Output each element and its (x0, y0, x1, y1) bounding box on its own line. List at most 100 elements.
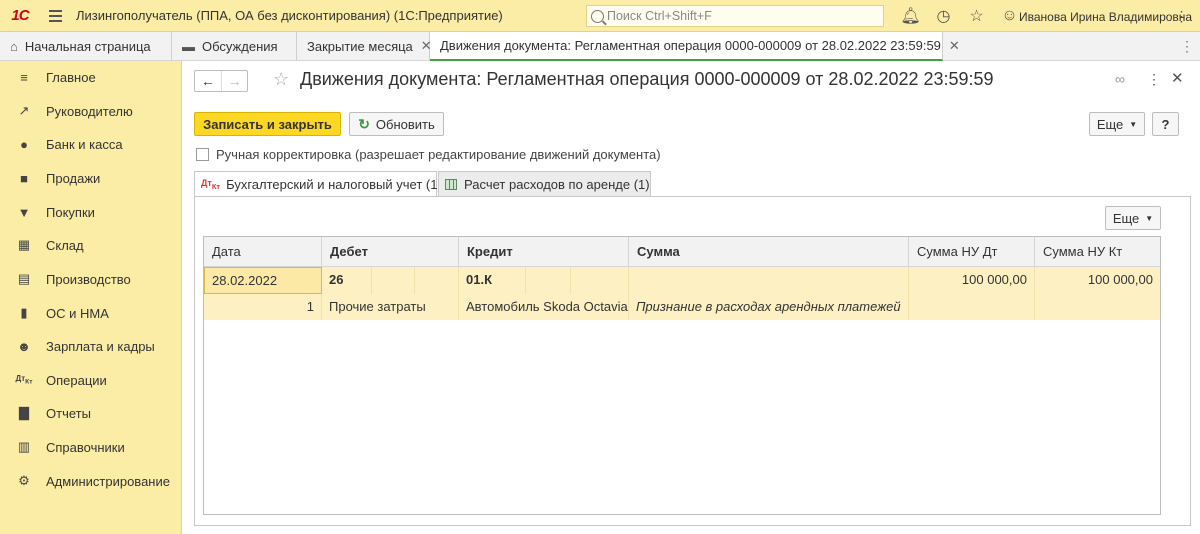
sidebar-item-label: Администрирование (46, 473, 170, 489)
refresh-button[interactable]: ↻ Обновить (349, 112, 444, 136)
favorites-star-icon[interactable]: ☆ (960, 6, 993, 26)
help-button[interactable]: ? (1152, 112, 1179, 136)
cell-debit-sub1[interactable] (372, 267, 415, 294)
sidebar-item-label: Зарплата и кадры (46, 338, 155, 354)
book-icon: ▥ (17, 439, 31, 454)
cell-empty[interactable] (909, 294, 1035, 320)
open-windows-bar: ⌂ Начальная страница ▬ Обсуждения Закрыт… (0, 32, 1200, 61)
bar-chart-icon: ▇ (19, 405, 29, 420)
app-header: 1С Лизингополучатель (ППА, ОА без дискон… (0, 0, 1200, 32)
tab-document-movements[interactable]: Движения документа: Регламентная операци… (430, 32, 960, 61)
sidebar-item-reports[interactable]: ▇ Отчеты (0, 401, 182, 425)
cell-credit-sub2[interactable] (571, 267, 629, 294)
document-form: ← → ☆ Движения документа: Регламентная о… (183, 61, 1200, 534)
close-form-icon[interactable]: ✕ (1171, 69, 1184, 87)
gear-icon: ⚙ (18, 473, 30, 488)
sidebar-item-production[interactable]: ▤ Производство (0, 267, 182, 291)
history-icon[interactable]: ◷ (927, 6, 960, 26)
table-icon (445, 178, 457, 190)
cell-date[interactable]: 28.02.2022 (204, 267, 322, 294)
bell-icon[interactable]: 🔔︎ (894, 6, 927, 26)
column-header-debit[interactable]: Дебет (322, 237, 459, 267)
kebab-icon[interactable]: ⋮ (1172, 8, 1192, 25)
close-icon[interactable]: ✕ (949, 38, 960, 54)
save-and-close-button[interactable]: Записать и закрыть (194, 112, 341, 136)
tab-month-closing[interactable]: Закрытие месяца ✕ (297, 32, 432, 60)
cell-credit[interactable]: 01.К (459, 267, 526, 294)
sidebar-item-purchases[interactable]: ▼ Покупки (0, 200, 182, 224)
cell-sum-nu-kt[interactable]: 100 000,00 (1035, 267, 1160, 294)
column-header-credit[interactable]: Кредит (459, 237, 629, 267)
movements-table[interactable]: Дата Дебет Кредит Сумма Сумма НУ Дт Сумм… (203, 236, 1161, 515)
table-row[interactable]: 28.02.2022 26 01.К 100 000,00 100 000,00 (204, 267, 1160, 294)
sidebar-item-label: Отчеты (46, 405, 91, 421)
cart-icon: ▼ (17, 204, 31, 220)
sidebar-item-payroll[interactable]: ☻ Зарплата и кадры (0, 334, 182, 358)
column-header-sum-nu-kt[interactable]: Сумма НУ Кт (1035, 237, 1160, 267)
tab-lease-expenses[interactable]: Расчет расходов по аренде (1) (438, 171, 651, 196)
current-user[interactable]: Иванова Ирина Владимировна (1019, 10, 1192, 24)
manual-edit-checkbox[interactable] (196, 148, 209, 161)
tab-home[interactable]: ⌂ Начальная страница (0, 32, 172, 60)
cell-content[interactable]: Признание в расходах арендных платежей (629, 294, 909, 320)
back-arrow-icon[interactable]: ← (195, 71, 221, 91)
sidebar-item-label: ОС и НМА (46, 305, 109, 321)
global-search-input[interactable]: Поиск Ctrl+Shift+F (586, 5, 884, 27)
menu-icon: ≡ (20, 69, 28, 85)
refresh-icon: ↻ (358, 115, 370, 132)
factory-icon: ▤ (17, 271, 31, 286)
cell-credit-subconto[interactable]: Автомобиль Skoda Octavia (459, 294, 629, 320)
sidebar-item-catalogs[interactable]: ▥ Справочники (0, 435, 182, 459)
sidebar-item-label: Склад (46, 237, 84, 253)
warehouse-icon: ▦ (17, 237, 31, 252)
cell-sum[interactable] (629, 267, 909, 294)
sidebar-item-sales[interactable]: ■ Продажи (0, 166, 182, 190)
tab-label: Расчет расходов по аренде (1) (464, 176, 650, 192)
sidebar-item-bank[interactable]: ● Банк и касса (0, 132, 182, 156)
cell-empty[interactable] (1035, 294, 1160, 320)
table-row[interactable]: 1 Прочие затраты Автомобиль Skoda Octavi… (204, 294, 1160, 320)
trend-icon: ↗ (18, 103, 30, 118)
cell-credit-sub1[interactable] (526, 267, 571, 294)
manual-edit-label[interactable]: Ручная корректировка (разрешает редактир… (216, 147, 661, 162)
cell-debit-sub2[interactable] (415, 267, 459, 294)
sidebar-item-manager[interactable]: ↗ Руководителю (0, 99, 182, 123)
column-header-sum[interactable]: Сумма (629, 237, 909, 267)
chat-icon: ▬ (182, 38, 195, 54)
truck-icon: ▮ (20, 305, 28, 320)
sidebar-item-label: Банк и касса (46, 136, 123, 152)
table-header: Дата Дебет Кредит Сумма Сумма НУ Дт Сумм… (204, 237, 1160, 267)
manual-edit-row: Ручная корректировка (разрешает редактир… (196, 147, 661, 162)
main-menu-icon[interactable] (40, 9, 70, 22)
sidebar-item-label: Операции (46, 372, 107, 388)
sidebar-item-main[interactable]: ≡ Главное (0, 65, 182, 89)
more-button[interactable]: Еще ▼ (1089, 112, 1145, 136)
cell-debit-subconto[interactable]: Прочие затраты (322, 294, 459, 320)
link-icon[interactable]: ∞ (1115, 71, 1125, 87)
column-header-sum-nu-dt[interactable]: Сумма НУ Дт (909, 237, 1035, 267)
dt-kt-icon: ДтКт (15, 374, 33, 386)
button-label: Еще (1112, 210, 1140, 226)
button-label: Записать и закрыть (203, 116, 332, 132)
tab-discussions[interactable]: ▬ Обсуждения (172, 32, 297, 60)
search-placeholder: Поиск Ctrl+Shift+F (607, 9, 712, 23)
form-kebab-icon[interactable]: ⋮ (1147, 71, 1161, 88)
cell-sum-nu-dt[interactable]: 100 000,00 (909, 267, 1035, 294)
cell-line-number[interactable]: 1 (204, 294, 322, 320)
sidebar-item-operations[interactable]: ДтКт Операции (0, 368, 182, 392)
column-header-date[interactable]: Дата (204, 237, 322, 267)
forward-arrow-icon[interactable]: → (220, 71, 247, 91)
tabs-kebab-icon[interactable]: ⋮ (1180, 38, 1194, 55)
favorite-star-icon[interactable]: ☆ (273, 69, 289, 90)
bag-icon: ■ (20, 170, 28, 186)
sidebar-item-label: Производство (46, 271, 131, 287)
grid-more-button[interactable]: Еще ▼ (1105, 206, 1161, 230)
sidebar-item-warehouse[interactable]: ▦ Склад (0, 233, 182, 257)
sidebar-item-label: Покупки (46, 204, 95, 220)
sidebar-item-admin[interactable]: ⚙ Администрирование (0, 469, 182, 493)
sidebar-item-fixed-assets[interactable]: ▮ ОС и НМА (0, 301, 182, 325)
person-icon: ☻ (17, 338, 31, 354)
cell-debit[interactable]: 26 (322, 267, 372, 294)
tab-label: Начальная страница (24, 38, 151, 54)
tab-accounting[interactable]: ДтКт Бухгалтерский и налоговый учет (1) (194, 171, 442, 197)
